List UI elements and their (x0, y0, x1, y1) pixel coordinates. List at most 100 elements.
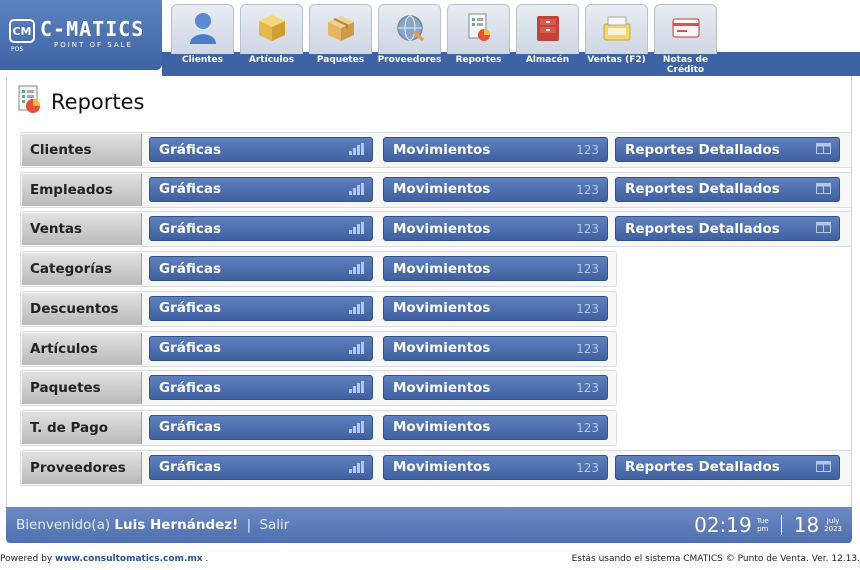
welcome-separator: | (246, 517, 252, 533)
logout-link[interactable]: Salir (259, 517, 289, 533)
welcome-label: Bienvenido(a) (16, 517, 111, 533)
graficas-label: Gráficas (159, 181, 222, 198)
reportes-detallados-button[interactable]: Reportes Detallados (615, 216, 840, 242)
nav-person[interactable]: Clientes (171, 4, 234, 76)
row-label: T. de Pago (22, 411, 142, 444)
clock-ampm: pm (757, 525, 769, 533)
reportes-detallados-label: Reportes Detallados (625, 220, 780, 237)
brand-logo[interactable]: CM C-MATICS POINT OF SALE POS (0, 0, 162, 70)
numeric-badge: 123 (576, 460, 599, 475)
graficas-button[interactable]: Gráficas (149, 295, 373, 321)
nav-globe[interactable]: Proveedores (378, 4, 441, 76)
graficas-button[interactable]: Gráficas (149, 414, 373, 440)
reportes-detallados-button[interactable]: Reportes Detallados (615, 137, 840, 162)
nav-label: Clientes (181, 55, 224, 65)
report-row: Artículos Gráficas Movimientos 123 (20, 330, 617, 367)
clock-time: 02:19 (694, 513, 752, 537)
bar-chart-icon (349, 381, 364, 396)
welcome-message: Bienvenido(a) Luis Hernández! | Salir (16, 517, 289, 533)
cm-logo-mark: CM (9, 19, 35, 43)
movimientos-label: Movimientos (393, 141, 491, 158)
report-row: Clientes Gráficas Movimientos 123 Reportes D… (20, 132, 852, 168)
row-label: Artículos (22, 332, 142, 365)
register-icon (600, 13, 634, 47)
report-row: Empleados Gráficas Movimientos 123 Reportes … (20, 171, 852, 208)
nav-tile[interactable] (171, 4, 234, 54)
nav-tile[interactable] (378, 4, 441, 54)
graficas-button[interactable]: Gráficas (149, 216, 373, 242)
movimientos-button[interactable]: Movimientos 123 (383, 375, 608, 401)
table-icon (816, 222, 831, 236)
reportes-detallados-label: Reportes Detallados (625, 141, 780, 158)
movimientos-button[interactable]: Movimientos 123 (383, 295, 608, 321)
reportes-detallados-button[interactable]: Reportes Detallados (615, 454, 840, 480)
reportes-detallados-label: Reportes Detallados (625, 459, 780, 476)
nav-report[interactable]: Reportes (447, 4, 510, 76)
powered-by: Powered by www.consultomatics.com.mx . (0, 554, 208, 564)
page-header: Reportes (17, 85, 145, 119)
site-link[interactable]: www.consultomatics.com.mx (55, 554, 203, 564)
movimientos-button[interactable]: Movimientos 123 (383, 454, 608, 480)
reportes-detallados-label: Reportes Detallados (625, 181, 780, 198)
bar-chart-icon (349, 460, 364, 476)
graficas-label: Gráficas (159, 220, 222, 237)
graficas-button[interactable]: Gráficas (149, 176, 373, 202)
movimientos-button[interactable]: Movimientos 123 (383, 137, 608, 162)
nav-tile[interactable] (447, 4, 510, 54)
report-icon (17, 85, 43, 119)
movimientos-button[interactable]: Movimientos 123 (383, 176, 608, 202)
nav-label: Reportes (455, 55, 502, 65)
version-text: Estás usando el sistema CMATICS © Punto … (571, 554, 860, 564)
report-row: Proveedores Gráficas Movimientos 123 Reporte… (20, 449, 852, 486)
nav-tile[interactable] (309, 4, 372, 54)
page-title: Reportes (51, 90, 145, 114)
nav-register[interactable]: Ventas (F2) (585, 4, 648, 76)
movimientos-label: Movimientos (393, 220, 491, 237)
clock-divider (780, 515, 782, 535)
clock-month: July (826, 517, 840, 525)
movimientos-button[interactable]: Movimientos 123 (383, 335, 608, 361)
graficas-button[interactable]: Gráficas (149, 454, 373, 480)
powered-dot: . (205, 554, 209, 564)
graficas-button[interactable]: Gráficas (149, 256, 373, 282)
nav-credit-card[interactable]: Notas de Crédito (654, 4, 717, 76)
table-icon (816, 143, 831, 157)
bar-chart-icon (349, 262, 364, 277)
movimientos-label: Movimientos (393, 181, 491, 198)
graficas-button[interactable]: Gráficas (149, 137, 373, 162)
graficas-button[interactable]: Gráficas (149, 335, 373, 361)
numeric-badge: 123 (576, 341, 599, 356)
status-bar: Bienvenido(a) Luis Hernández! | Salir 02… (6, 507, 852, 543)
nav-box[interactable]: Artículos (240, 4, 303, 76)
report-row: Descuentos Gráficas Movimientos 123 (20, 290, 617, 327)
report-row: T. de Pago Gráficas Movimientos 123 (20, 409, 617, 446)
movimientos-button[interactable]: Movimientos 123 (383, 414, 608, 440)
reportes-detallados-button[interactable]: Reportes Detallados (615, 176, 840, 202)
nav-package[interactable]: Paquetes (309, 4, 372, 76)
row-label: Proveedores (22, 451, 142, 484)
bar-chart-icon (349, 341, 364, 357)
nav-tile[interactable] (240, 4, 303, 54)
movimientos-label: Movimientos (393, 340, 491, 356)
cabinet-icon (532, 12, 564, 48)
nav-label: Proveedores (377, 55, 442, 65)
nav-tile[interactable] (516, 4, 579, 54)
graficas-label: Gráficas (159, 141, 222, 158)
movimientos-button[interactable]: Movimientos 123 (383, 256, 608, 282)
movimientos-button[interactable]: Movimientos 123 (383, 216, 608, 242)
report-row: Paquetes Gráficas Movimientos 123 (20, 370, 617, 407)
package-icon (325, 12, 357, 48)
row-label: Ventas (22, 213, 142, 246)
nav-tile[interactable] (585, 4, 648, 54)
nav-label: Almacén (525, 55, 570, 65)
clock-weekday-ampm: Tue pm (757, 517, 769, 533)
row-label: Clientes (22, 134, 142, 166)
person-icon (188, 11, 218, 49)
bar-chart-icon (349, 143, 364, 158)
nav-tile[interactable] (654, 4, 717, 54)
graficas-button[interactable]: Gráficas (149, 375, 373, 401)
globe-icon (394, 12, 426, 48)
nav-cabinet[interactable]: Almacén (516, 4, 579, 76)
graficas-label: Gráficas (159, 300, 222, 317)
numeric-badge: 123 (576, 222, 599, 237)
